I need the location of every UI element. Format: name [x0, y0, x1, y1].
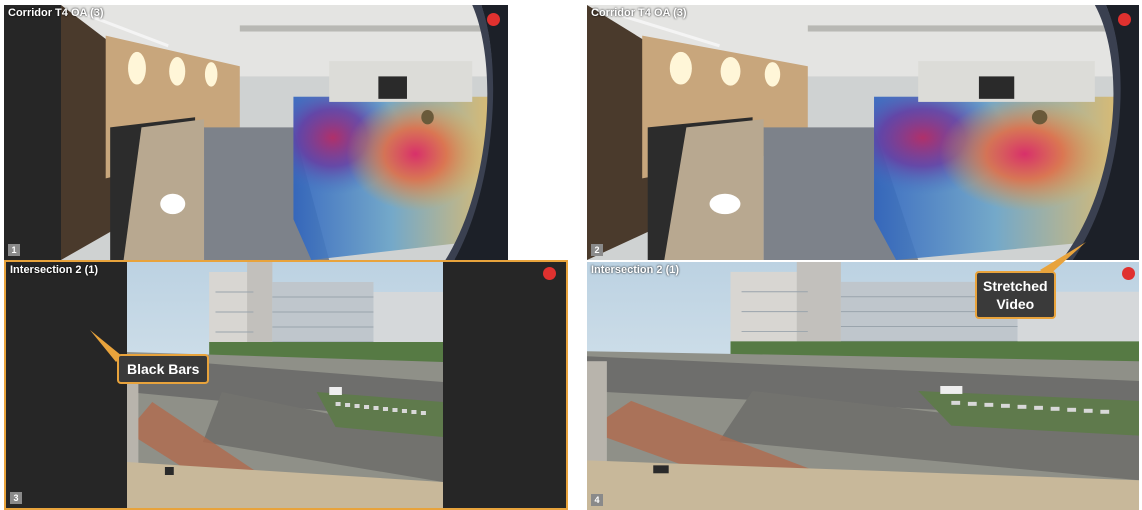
tile-number: 3: [10, 492, 22, 504]
camera-title: Intersection 2 (1): [591, 264, 680, 276]
tile-number: 1: [8, 244, 20, 256]
record-indicator-icon: [1118, 13, 1131, 26]
camera-tile-1[interactable]: Corridor T4 OA (3) 1: [4, 5, 508, 260]
callout-text: Black Bars: [127, 361, 200, 377]
video-feed: [587, 262, 1139, 510]
video-feed: [61, 5, 508, 260]
camera-title: Intersection 2 (1): [10, 264, 99, 276]
stretched-video-callout: Stretched Video: [975, 271, 1056, 319]
record-indicator-icon: [487, 13, 500, 26]
camera-title: Corridor T4 OA (3): [8, 7, 104, 19]
camera-tile-3[interactable]: Intersection 2 (1) 3: [4, 260, 568, 510]
tile-number: 2: [591, 244, 603, 256]
tile-number: 4: [591, 494, 603, 506]
camera-title: Corridor T4 OA (3): [591, 7, 687, 19]
record-indicator-icon: [543, 267, 556, 280]
camera-tile-2[interactable]: Corridor T4 OA (3) 2: [587, 5, 1139, 260]
black-bars-callout: Black Bars: [117, 354, 210, 384]
camera-tile-4[interactable]: Intersection 2 (1) 4: [587, 262, 1139, 510]
callout-text: Video: [996, 296, 1035, 312]
callout-text: Stretched: [983, 278, 1048, 294]
video-feed: [127, 262, 443, 508]
record-indicator-icon: [1122, 267, 1135, 280]
video-feed: [587, 5, 1139, 260]
